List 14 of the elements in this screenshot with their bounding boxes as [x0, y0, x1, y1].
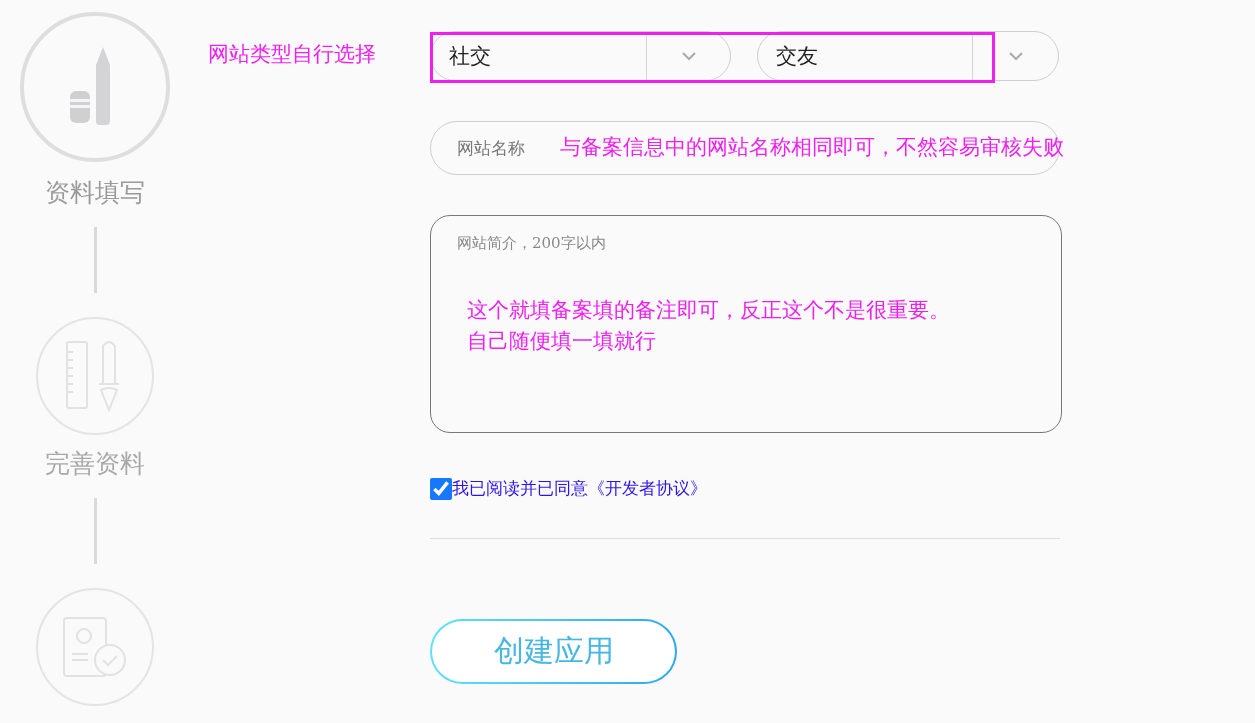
annotation-text: 网站类型自行选择 — [208, 41, 377, 68]
chevron-down-icon — [680, 51, 697, 61]
select-field[interactable]: 交友 — [757, 31, 1059, 81]
step-connector — [93, 227, 97, 293]
step-label: 资料填写 — [45, 177, 145, 209]
annotation-text: 自己随便填一填就行 — [467, 328, 657, 355]
step-label: 完善资料 — [45, 448, 145, 480]
document-check-icon — [62, 616, 128, 678]
agreement-text: 我已阅读并已同意《开发者协议》 — [452, 477, 707, 500]
select-field[interactable]: 社交 — [430, 31, 731, 81]
annotation-text: 这个就填备案填的备注即可，反正这个不是很重要。 — [467, 297, 950, 324]
step-connector — [93, 498, 97, 564]
chevron-down-icon — [1007, 51, 1024, 61]
agreement-checkbox[interactable] — [430, 477, 452, 500]
